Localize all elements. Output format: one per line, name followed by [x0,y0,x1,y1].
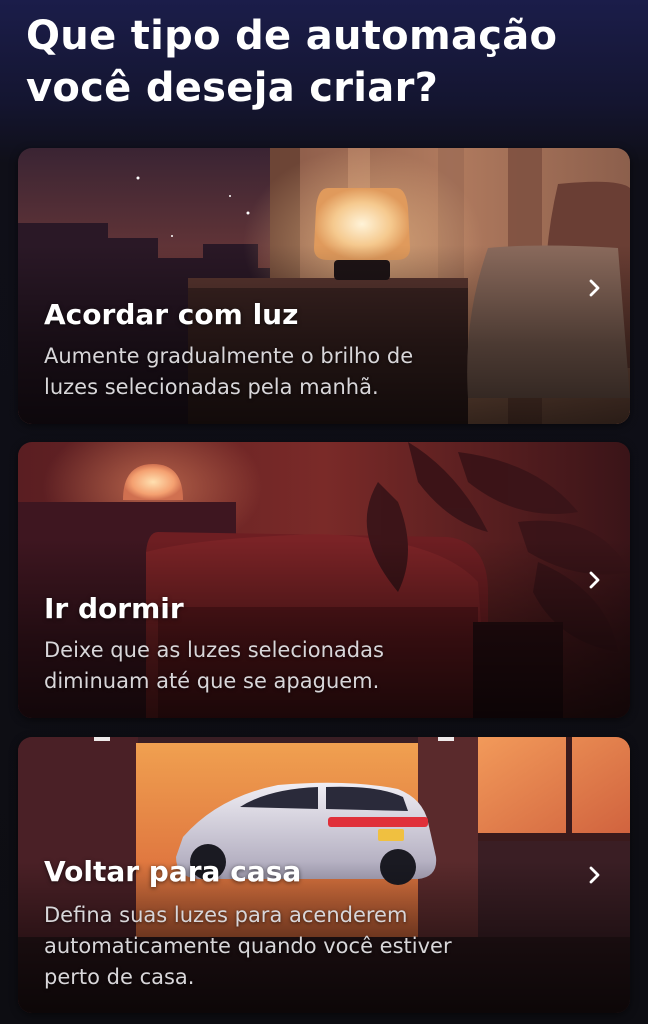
card-description-line-2: automaticamente quando você estiver [44,934,452,958]
card-coming-home[interactable]: Voltar para casa Defina suas luzes para … [18,737,630,1013]
page-title-line-2: você deseja criar? [26,65,439,111]
page-title-line-1: Que tipo de automação [26,13,558,59]
card-description: Defina suas luzes para acenderem automat… [44,900,564,993]
chevron-right-icon [589,866,600,884]
card-description-line-2: diminuam até que se apaguem. [44,669,380,693]
chevron-right-icon [589,279,600,297]
chevron-right-icon [589,571,600,589]
card-description-line-1: Aumente gradualmente o brilho de [44,344,414,368]
card-title: Ir dormir [44,592,184,625]
card-title: Acordar com luz [44,298,299,331]
card-wake-up[interactable]: Acordar com luz Aumente gradualmente o b… [18,148,630,424]
card-description-line-2: luzes selecionadas pela manhã. [44,375,379,399]
card-description-line-3: perto de casa. [44,965,195,989]
page-title: Que tipo de automação você deseja criar? [26,10,616,114]
card-description-line-1: Deixe que as luzes selecionadas [44,638,384,662]
card-go-to-sleep[interactable]: Ir dormir Deixe que as luzes selecionada… [18,442,630,718]
card-title: Voltar para casa [44,855,302,888]
card-description: Aumente gradualmente o brilho de luzes s… [44,341,564,403]
card-description: Deixe que as luzes selecionadas diminuam… [44,635,564,697]
card-description-line-1: Defina suas luzes para acenderem [44,903,408,927]
